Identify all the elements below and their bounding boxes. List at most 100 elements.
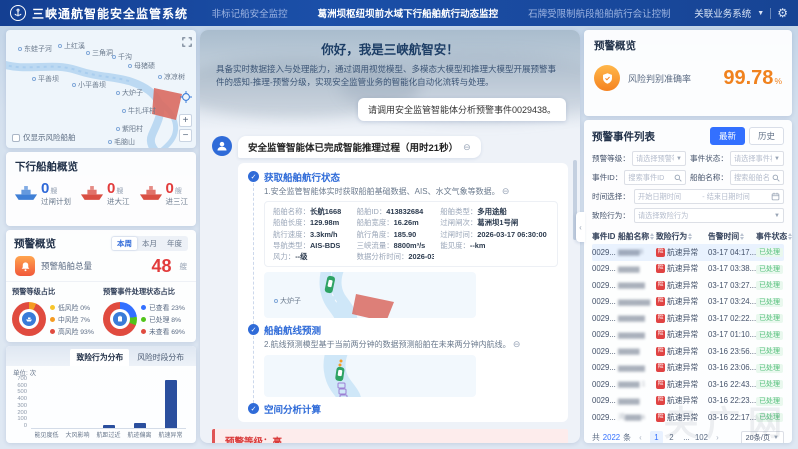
table-row[interactable]: 0029...▆▆▆▆▆险航速异常03-17 01:10...已处理 (592, 327, 784, 344)
gear-icon[interactable]: ⚙ (777, 7, 788, 19)
data-field: 船舶类型：多用途船 (440, 207, 549, 216)
map-place-label: 大炉子 (274, 296, 301, 306)
nav-item[interactable]: 石牌受限制航段船舶航行会让控制 (528, 6, 671, 20)
panel-collapse-handle[interactable]: ‹ (576, 212, 585, 242)
collapse-circle-icon[interactable]: ⊖ (502, 186, 510, 196)
status-chart-group: 预警事件处理状态占比 已查看 23%已处理 8%未查看 69% (103, 287, 190, 338)
accuracy-metric-label: 风险判别准确率 (628, 72, 715, 85)
chart-tab[interactable]: 致险行为分布 (70, 349, 129, 366)
next-page-button[interactable]: › (711, 431, 724, 443)
collapse-circle-icon[interactable]: ⊖ (463, 142, 471, 153)
app-root: 三峡通航智能安全监管系统 非标记船安全监控 葛洲坝枢纽坝前水域下行船舶航行动态监控… (0, 0, 798, 449)
warning-total-value: 48 (151, 257, 171, 275)
chart-tab[interactable]: 风险时段分布 (131, 349, 190, 366)
map-place-label: 小平善坝 (72, 80, 106, 90)
table-row[interactable]: 0029...▆▆▆▆险航速异常03-16 22:23...已处理 (592, 393, 784, 410)
data-field: 过闸闸次：葛洲坝1号闸 (440, 218, 549, 227)
table-row[interactable]: 0029...鸿▆▆▆a险航速异常03-16 22:17...已处理 (592, 409, 784, 426)
sort-icon[interactable] (788, 233, 792, 240)
table-row[interactable]: 0029...▆▆▆▆ 1险航速异常03-16 22:43...已处理 (592, 376, 784, 393)
map-place-label: 平善坝 (32, 74, 59, 84)
table-row[interactable]: 0029...▆▆▆▆▆险航速异常03-17 02:22...已处理 (592, 310, 784, 327)
table-row[interactable]: 0029...▆▆▆▆▆险航速异常03-17 03:27...已处理 (592, 277, 784, 294)
page-button[interactable]: 2 (665, 431, 678, 443)
table-row[interactable]: 0029...▆▆▆▆险航速异常03-16 23:56...已处理 (592, 343, 784, 360)
header-right: 关联业务系统 ▼ ⚙ (694, 6, 788, 20)
period-tab[interactable]: 年度 (162, 237, 187, 250)
ship-name-search-input[interactable]: 搜索船舶名称 (730, 170, 784, 185)
risk-icon: 险 (656, 248, 665, 257)
table-row[interactable]: 0029...▆▆▆▆8险航速异常03-17 04:17...已处理 (592, 244, 784, 261)
nav-item[interactable]: 非标记船安全监控 (212, 6, 288, 20)
event-id-search-input[interactable]: 搜索事件ID (624, 170, 686, 185)
risk-level-chart-group: 预警等级占比 低风险 0%中风险 7%高风险 93% (12, 287, 99, 338)
map-place-label: 三角洞 (86, 48, 113, 58)
status-badge: 已处理 (756, 347, 783, 356)
page-button[interactable]: 102 (695, 431, 708, 443)
bar (165, 380, 177, 428)
sort-icon[interactable] (688, 233, 692, 240)
page-button[interactable]: 1 (650, 431, 663, 443)
column-header[interactable]: 告警时间 (708, 231, 756, 242)
step-2: ✓ 船舶航线预测 2.航线预测模型基于当前两分钟的数据预测船舶在未来两分钟内航线… (248, 323, 558, 397)
risk-icon: 险 (656, 314, 665, 323)
map-place-label: 东蛙子河 (18, 44, 52, 54)
zoom-in-button[interactable]: + (179, 114, 192, 127)
pagination: 共 2022 条 ‹ 12...102 › 20条/页 ▼ (592, 431, 784, 444)
status-select[interactable]: 请选择事件状态 ▼ (730, 151, 784, 166)
bar (134, 423, 146, 428)
period-tab[interactable]: 本月 (137, 237, 162, 250)
check-icon: ✓ (248, 324, 259, 335)
ship-data-fields: 船舶名称：长航1668船舶ID：413832684船舶类型：多用途船船舶长度：1… (264, 201, 558, 267)
collapse-circle-icon[interactable]: ⊖ (513, 339, 521, 349)
ship-stats: 0艘过闸计划0艘进大江0艘进三江 (6, 177, 196, 206)
app-title: 三峡通航智能安全监管系统 (32, 5, 188, 22)
agent-avatar (212, 136, 232, 156)
agent-reply-card: ✓ 获取船舶航行状态 1.安全监管智能体实时获取船舶基础数据、AIS、水文气象等… (238, 163, 568, 422)
agent-reply-header: 安全监管智能体已完成智能推理过程（用时21秒） ⊖ (238, 136, 481, 158)
zoom-out-button[interactable]: − (179, 129, 192, 142)
data-field: 航行角度：185.90 (357, 230, 435, 239)
period-tab[interactable]: 本周 (112, 237, 137, 250)
ship-icon (14, 184, 38, 201)
list-tab[interactable]: 历史 (749, 127, 784, 145)
page-size-select[interactable]: 20条/页 ▼ (741, 431, 784, 444)
column-header[interactable]: 事件状态 (756, 231, 784, 242)
x-tick: 能见度低 (31, 430, 62, 439)
locate-icon[interactable] (180, 90, 192, 108)
mini-map-panel[interactable]: 东蛙子河上红溪三角洞千沟母猪碛凉凉树平善坝小平善坝大炉子牛扎坪村紫阳村毛脑山 +… (6, 30, 196, 148)
column-header[interactable]: 船舶名称 (618, 231, 656, 242)
sort-icon[interactable] (740, 233, 744, 240)
table-row[interactable]: 0029...▆▆▆▆险航速异常03-17 03:38...已处理 (592, 261, 784, 278)
y-tick: 100 (12, 416, 27, 422)
column-header[interactable]: 致险行为 (656, 231, 708, 242)
y-tick: 500 (12, 389, 27, 395)
clipboard-icon (113, 312, 127, 326)
event-list-title: 预警事件列表 (592, 129, 655, 144)
risk-icon: 险 (656, 396, 665, 405)
sort-icon[interactable] (650, 233, 654, 240)
risk-ships-only-checkbox[interactable]: 仅显示风险船舶 (12, 132, 76, 143)
y-tick: 0 (12, 423, 27, 429)
table-row[interactable]: 0029...▆▆▆▆▆险航速异常03-16 23:06...已处理 (592, 360, 784, 377)
table-row[interactable]: 0029...▆▆▆▆▆▆险航速异常03-17 03:24...已处理 (592, 294, 784, 311)
biz-system-menu[interactable]: 关联业务系统 (694, 6, 751, 20)
data-field: 导航类型：AIS-BDS (273, 241, 351, 250)
page-numbers: 12...102 (650, 431, 708, 443)
assistant-description: 具备实时数据接入与处理能力，通过调用视觉模型、多模态大模型和推理大模型开展预警事… (216, 63, 564, 89)
time-range-picker[interactable]: 开始日期时间 - 结束日期时间 (634, 189, 784, 204)
warning-overview-panel: 预警概览 本周本月年度 预警船舶总量 48 艘 预警等级占比 低风险 0 (6, 230, 196, 342)
behavior-select[interactable]: 请选择致险行为 ▼ (634, 208, 784, 223)
ship-icon (80, 184, 104, 201)
behavior-chart-tabs: 致险行为分布风险时段分布 (6, 346, 196, 366)
map-place-label: 牛扎坪村 (122, 106, 156, 116)
fullscreen-icon[interactable] (182, 34, 192, 52)
risk-icon: 险 (656, 380, 665, 389)
accuracy-panel: 预警概览 风险判别准确率 99.78% (584, 30, 792, 116)
list-tab[interactable]: 最新 (710, 127, 745, 145)
prev-page-button[interactable]: ‹ (634, 431, 647, 443)
nav-item[interactable]: 葛洲坝枢纽坝前水域下行船舶航行动态监控 (318, 6, 499, 20)
level-select[interactable]: 请选择预警等级 ▼ (632, 151, 686, 166)
downbound-ships-panel: 下行船舶概览 0艘过闸计划0艘进大江0艘进三江 (6, 152, 196, 226)
data-field: 数据分析时间：2026-03-17 04:16:40 (357, 252, 435, 261)
